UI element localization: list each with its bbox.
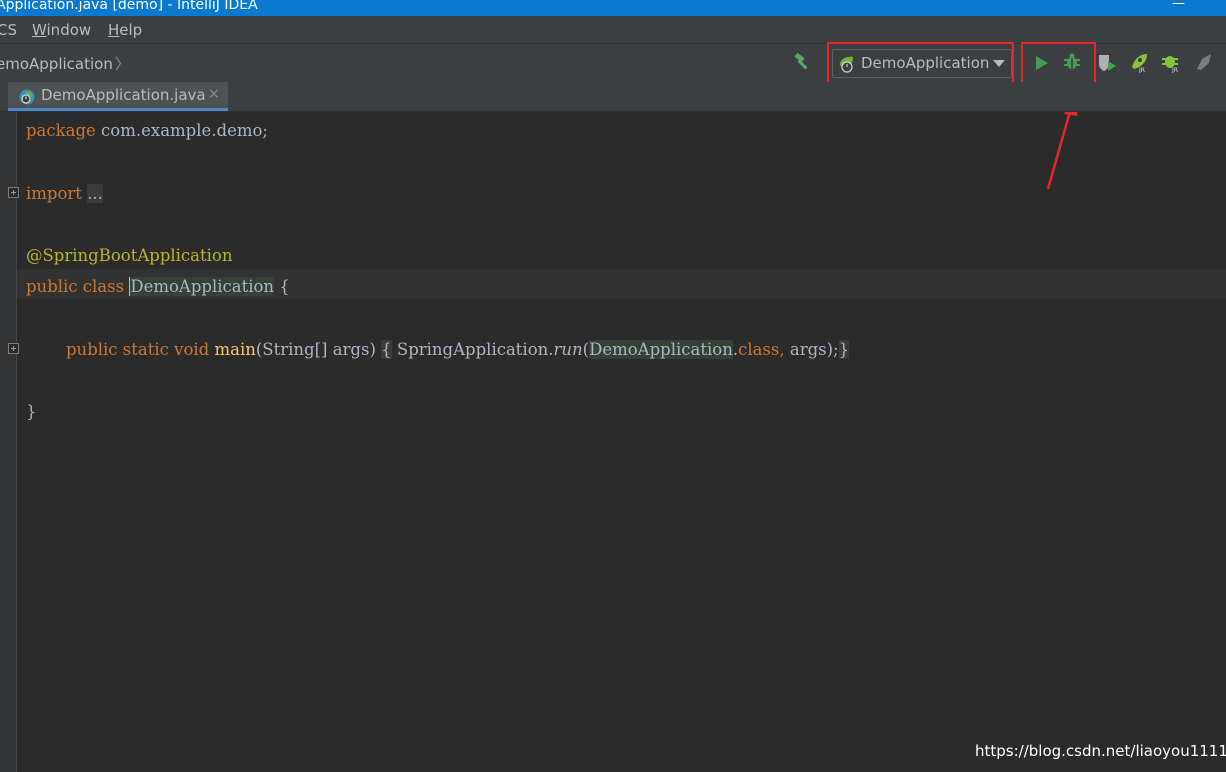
breadcrumb-item[interactable]: emoApplication <box>0 55 113 73</box>
tab-label: DemoApplication.java <box>41 86 206 104</box>
class-name-usage: DemoApplication <box>589 340 733 359</box>
folded-imports[interactable]: ... <box>87 184 103 203</box>
folded-method-body-end[interactable]: } <box>838 340 850 359</box>
menu-window[interactable]: Window <box>32 21 91 39</box>
title-bar: Application.java [demo] - IntelliJ IDEA … <box>0 0 1226 16</box>
watermark: https://blog.csdn.net/liaoyou11115 <box>975 742 1226 760</box>
close-icon[interactable]: × <box>208 86 220 102</box>
folded-method-body[interactable]: { <box>381 340 392 359</box>
class-name-usage: DemoApplication <box>129 277 275 296</box>
code-line: public static void main(String[] args) {… <box>66 340 850 359</box>
svg-text:JR: JR <box>1171 67 1178 73</box>
menu-vcs[interactable]: CS <box>0 21 17 39</box>
stop-icon[interactable] <box>1193 51 1215 73</box>
minimize-button[interactable]: — <box>1172 0 1185 11</box>
run-jrebel-icon[interactable]: JR <box>1128 51 1150 73</box>
coverage-icon[interactable] <box>1096 52 1118 74</box>
code-line: import ... <box>26 184 103 203</box>
code-line: package com.example.demo; <box>26 121 268 140</box>
spring-boot-class-icon <box>19 89 35 105</box>
code-line: public class DemoApplication { <box>26 277 290 296</box>
menu-help[interactable]: Help <box>108 21 142 39</box>
code-line: } <box>26 402 37 421</box>
window-title: Application.java [demo] - IntelliJ IDEA <box>0 0 258 13</box>
tab-demoapplication-java[interactable]: DemoApplication.java × <box>8 82 228 111</box>
svg-text:JR: JR <box>1138 67 1145 73</box>
menu-bar: CS Window Help <box>0 16 1226 43</box>
debug-jrebel-icon[interactable]: JR <box>1160 51 1182 73</box>
code-editor[interactable]: package com.example.demo; import ... @Sp… <box>0 112 1226 772</box>
code-line: @SpringBootApplication <box>26 246 233 265</box>
editor-tab-bar: DemoApplication.java × <box>0 82 1226 112</box>
build-hammer-icon[interactable] <box>792 52 812 72</box>
chevron-right-icon: 〉 <box>114 55 130 73</box>
breadcrumb[interactable]: emoApplication 〉 <box>0 53 130 74</box>
